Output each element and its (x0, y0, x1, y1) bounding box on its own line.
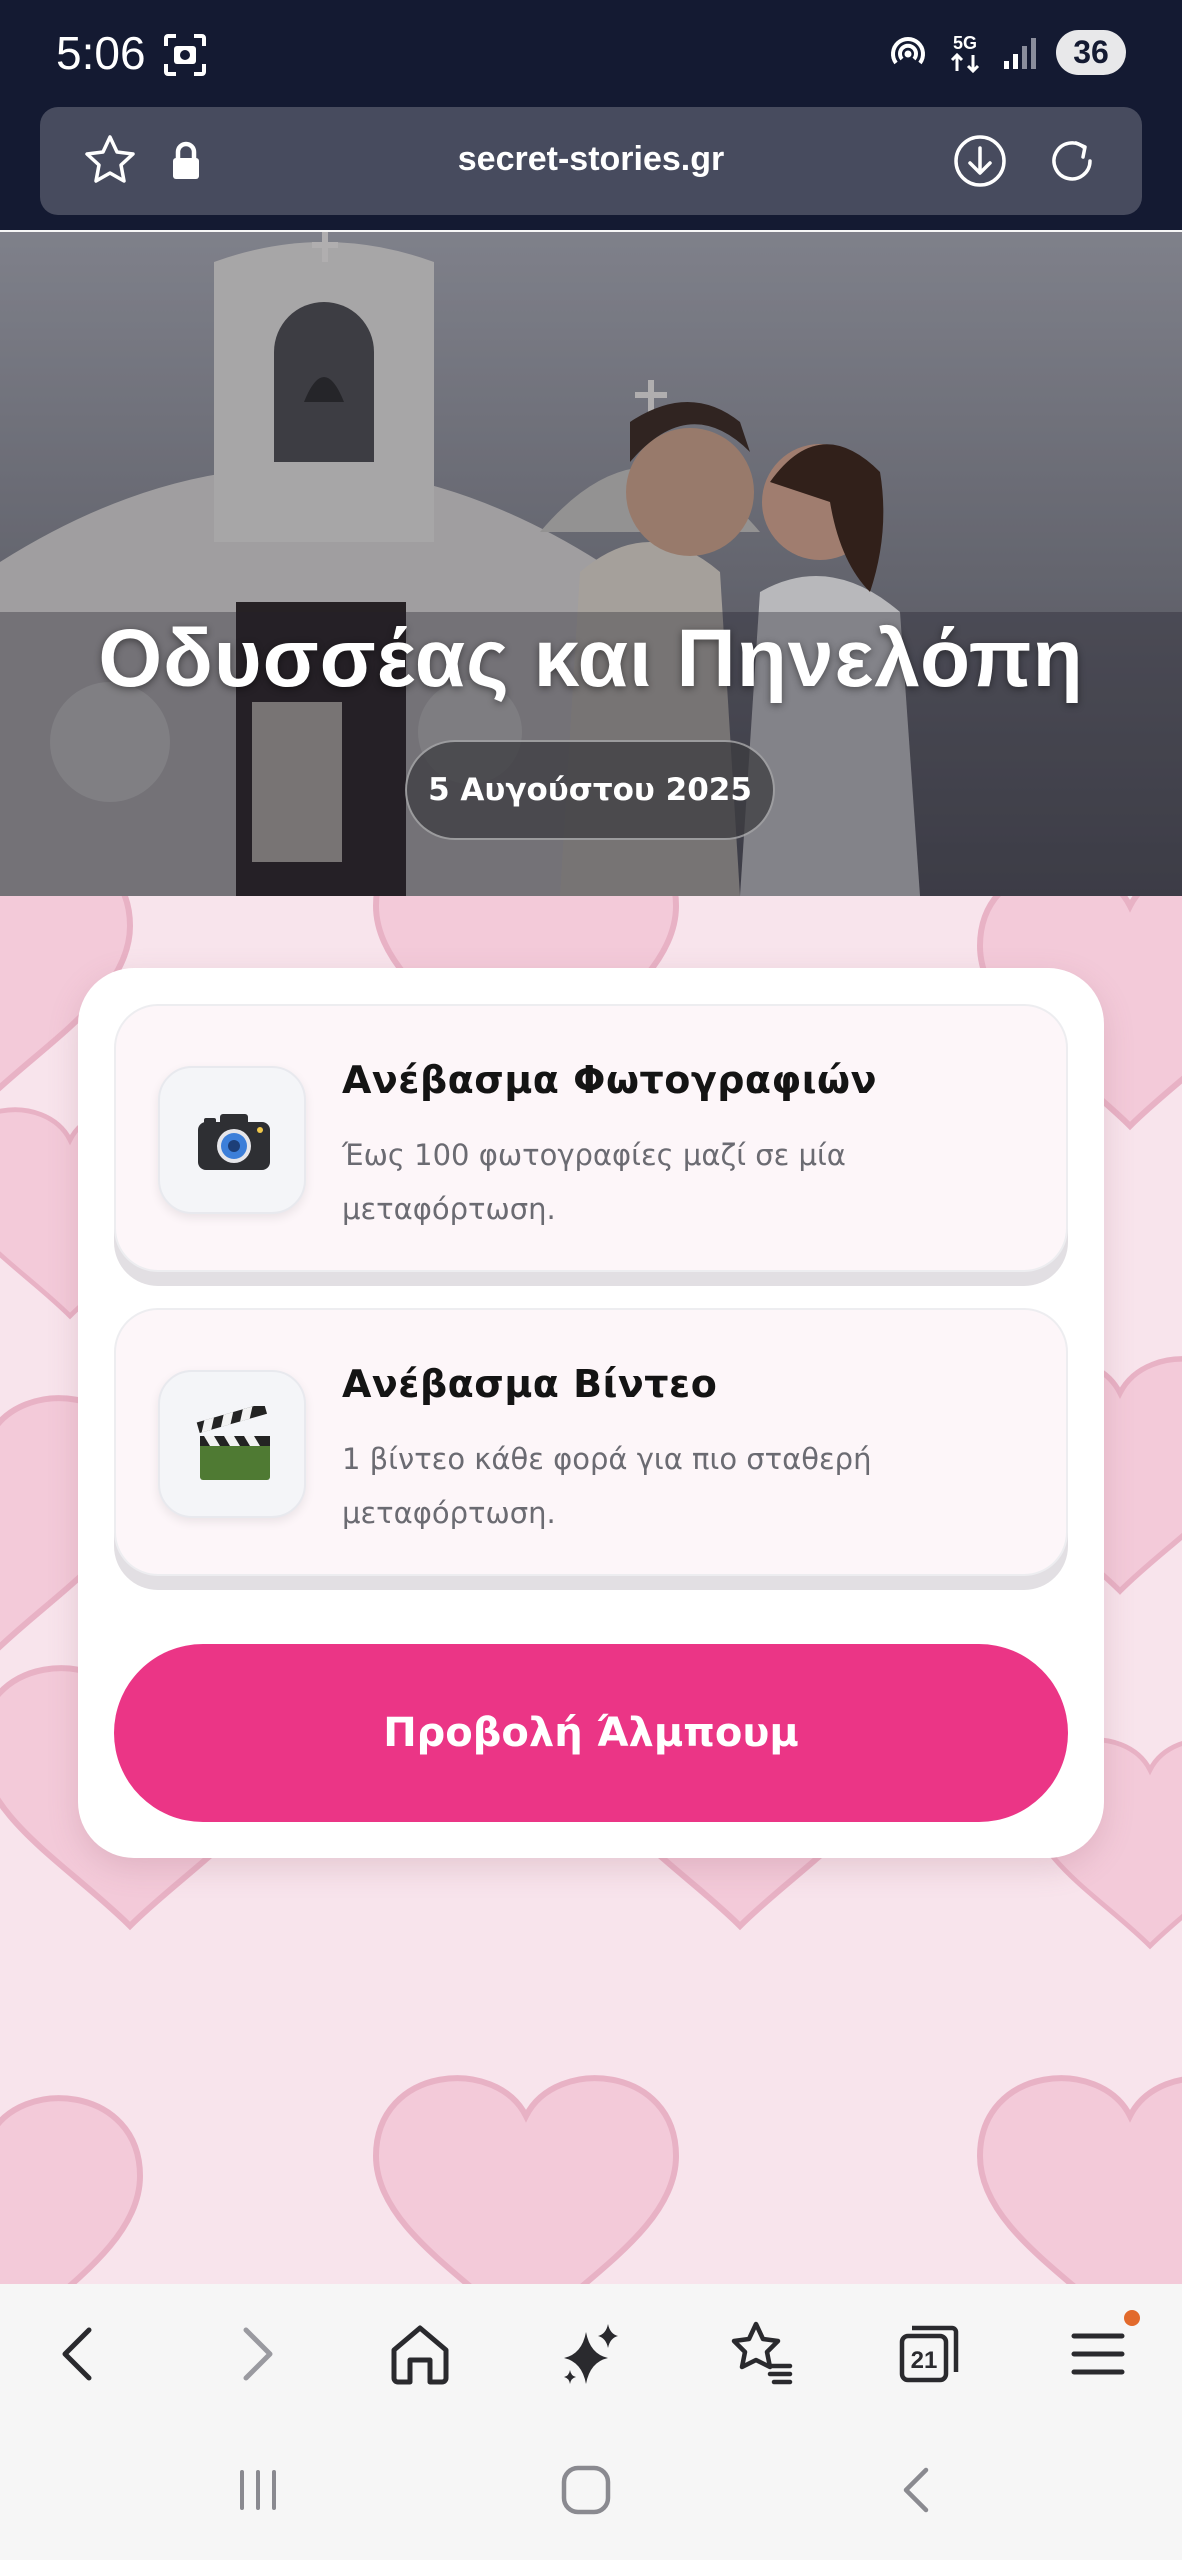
svg-text:5G: 5G (953, 33, 977, 53)
screenshot-icon (164, 34, 206, 76)
menu-icon[interactable] (1058, 2314, 1138, 2394)
svg-text:21: 21 (911, 2347, 938, 2374)
forward-icon[interactable] (214, 2314, 294, 2394)
signal-icon (1004, 37, 1036, 69)
status-time: 5:06 (56, 27, 146, 79)
download-icon[interactable] (950, 131, 1010, 191)
browser-header: 5:06 5G 36 secret-stories.gr (0, 0, 1182, 230)
upload-card: Ανέβασμα Φωτογραφιών Έως 100 φωτογραφίες… (78, 968, 1104, 1858)
upload-photos-description: Έως 100 φωτογραφίες μαζί σε μία μεταφόρτ… (342, 1138, 846, 1226)
clapperboard-icon (196, 1406, 270, 1480)
url-bar[interactable]: secret-stories.gr (40, 107, 1142, 215)
browser-toolbar: 21 (0, 2284, 1182, 2424)
battery-icon: 36 (1056, 30, 1126, 75)
recent-apps-icon[interactable] (228, 2460, 288, 2520)
hotspot-icon (891, 36, 925, 64)
view-album-button[interactable]: Προβολή Άλμπουμ (114, 1644, 1068, 1822)
tabs-icon[interactable]: 21 (888, 2314, 968, 2394)
upload-video-title: Ανέβασμα Βίντεο (342, 1362, 718, 1406)
back-icon[interactable] (41, 2314, 121, 2394)
back-nav-icon[interactable] (888, 2460, 948, 2520)
clapperboard-icon-box (158, 1370, 306, 1518)
home-nav-icon[interactable] (556, 2460, 616, 2520)
home-icon[interactable] (380, 2314, 460, 2394)
ai-sparkle-icon[interactable] (550, 2314, 630, 2394)
upload-video-description: 1 βίντεο κάθε φορά για πιο σταθερή μεταφ… (342, 1442, 872, 1530)
upload-video-option[interactable]: Ανέβασμα Βίντεο 1 βίντεο κάθε φορά για π… (114, 1308, 1068, 1576)
camera-icon-box (158, 1066, 306, 1214)
upload-photos-title: Ανέβασμα Φωτογραφιών (342, 1058, 877, 1102)
hero-banner: Οδυσσέας και Πηνελόπη 5 Αυγούστου 2025 (0, 232, 1182, 896)
reload-icon[interactable] (1042, 131, 1102, 191)
system-navigation (0, 2424, 1182, 2560)
camera-icon (198, 1114, 270, 1170)
bookmarks-icon[interactable] (720, 2314, 800, 2394)
menu-notification-dot (1124, 2310, 1140, 2326)
upload-photos-option[interactable]: Ανέβασμα Φωτογραφιών Έως 100 φωτογραφίες… (114, 1004, 1068, 1272)
event-date-badge: 5 Αυγούστου 2025 (405, 740, 775, 840)
5g-icon: 5G (950, 33, 980, 73)
status-icons: 5G 36 (888, 30, 1126, 75)
couple-names-title: Οδυσσέας και Πηνελόπη (98, 613, 1084, 704)
